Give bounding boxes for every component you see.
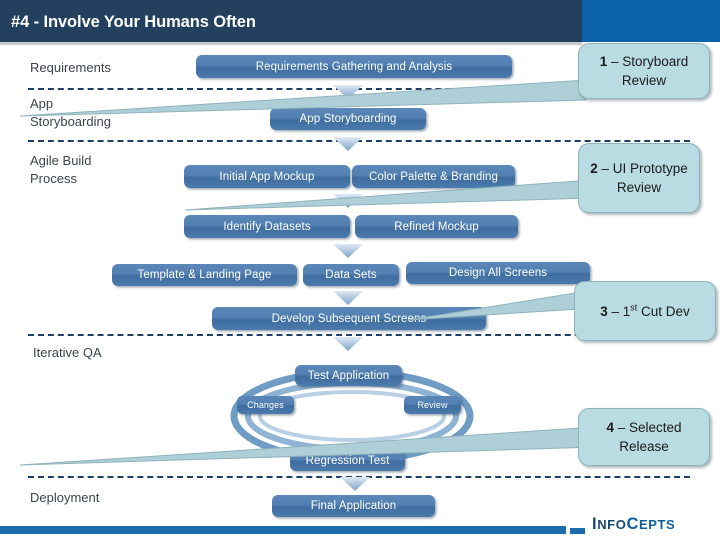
callout-4[interactable]: 4 – Selected Release <box>578 408 710 466</box>
lane-label-deployment: Deployment <box>30 490 100 505</box>
chevron-down-icon <box>333 244 363 259</box>
process-box-label: Develop Subsequent Screens <box>271 312 427 325</box>
lane-label-agile-build: Agile Build Process <box>30 153 92 186</box>
callout-dash: – <box>597 161 613 176</box>
process-box-identify-datasets[interactable]: Identify Datasets <box>184 215 350 238</box>
process-box-refined-mockup[interactable]: Refined Mockup <box>355 215 518 238</box>
callout-number: 3 <box>600 303 608 319</box>
callout-label: Selected Release <box>619 420 682 454</box>
infocepts-logo: INFOCEPTS <box>592 513 714 535</box>
process-box-design-all-screens[interactable]: Design All Screens <box>406 262 590 284</box>
callout-dash: – <box>613 420 629 435</box>
callout-3[interactable]: 3 – 1st Cut Dev <box>574 281 716 341</box>
callout-tail-3 <box>408 288 598 322</box>
footer-dash <box>570 528 585 534</box>
process-box-label: Final Application <box>310 500 397 512</box>
process-box-test-application[interactable]: Test Application <box>295 365 402 386</box>
process-box-label: Identify Datasets <box>223 220 311 233</box>
process-box-label: Test Application <box>307 369 390 382</box>
chevron-down-icon <box>333 137 363 152</box>
callout-label: UI Prototype Review <box>612 161 688 195</box>
chevron-down-icon <box>333 337 363 352</box>
callout-text: 4 – Selected Release <box>587 418 701 456</box>
callout-2[interactable]: 2 – UI Prototype Review <box>578 143 700 213</box>
lane-label-iterative-qa: Iterative QA <box>33 345 102 360</box>
header-accent-block <box>582 0 720 42</box>
callout-tail-4 <box>20 425 600 467</box>
callout-text: 2 – UI Prototype Review <box>587 159 691 197</box>
process-box-label: Data Sets <box>325 269 377 281</box>
process-box-label: Refined Mockup <box>394 220 479 233</box>
process-box-requirements-gathering[interactable]: Requirements Gathering and Analysis <box>196 55 512 78</box>
process-box-label: Design All Screens <box>448 267 548 279</box>
slide-canvas: #4 - Involve Your Humans Often Requireme… <box>0 0 720 540</box>
header-underline <box>0 42 582 45</box>
callout-label: Cut Dev <box>637 303 690 319</box>
logo-letter-c: C <box>626 515 639 533</box>
callout-label: Storyboard Review <box>621 54 689 88</box>
callout-dash: – <box>607 54 623 69</box>
process-box-label: Changes <box>247 400 284 410</box>
process-box-label: Review <box>417 400 448 410</box>
process-box-data-sets[interactable]: Data Sets <box>303 264 399 286</box>
callout-1[interactable]: 1 – Storyboard Review <box>578 43 710 99</box>
logo-text-epts: EPTS <box>638 517 676 532</box>
process-box-label: Template & Landing Page <box>137 269 272 281</box>
callout-text: 1 – Storyboard Review <box>587 52 701 90</box>
callout-number: 4 <box>606 420 614 435</box>
lane-label-requirements: Requirements <box>30 60 111 75</box>
chevron-down-icon <box>340 477 370 492</box>
chevron-down-icon <box>333 291 363 306</box>
callout-tail-1 <box>20 78 590 118</box>
callout-text: 3 – 1st Cut Dev <box>600 302 690 321</box>
logo-text-nfo: NFO <box>597 517 627 532</box>
footer-rule <box>0 526 566 534</box>
process-box-label: Requirements Gathering and Analysis <box>255 60 453 73</box>
process-box-final-application[interactable]: Final Application <box>272 495 435 517</box>
process-box-template-landing-page[interactable]: Template & Landing Page <box>112 264 297 286</box>
process-box-changes[interactable]: Changes <box>237 396 294 414</box>
slide-title: #4 - Involve Your Humans Often <box>11 13 256 31</box>
callout-number: 2 <box>590 161 598 176</box>
callout-tail-2 <box>185 178 595 212</box>
process-box-review[interactable]: Review <box>404 396 461 414</box>
callout-dash: – <box>607 303 623 319</box>
